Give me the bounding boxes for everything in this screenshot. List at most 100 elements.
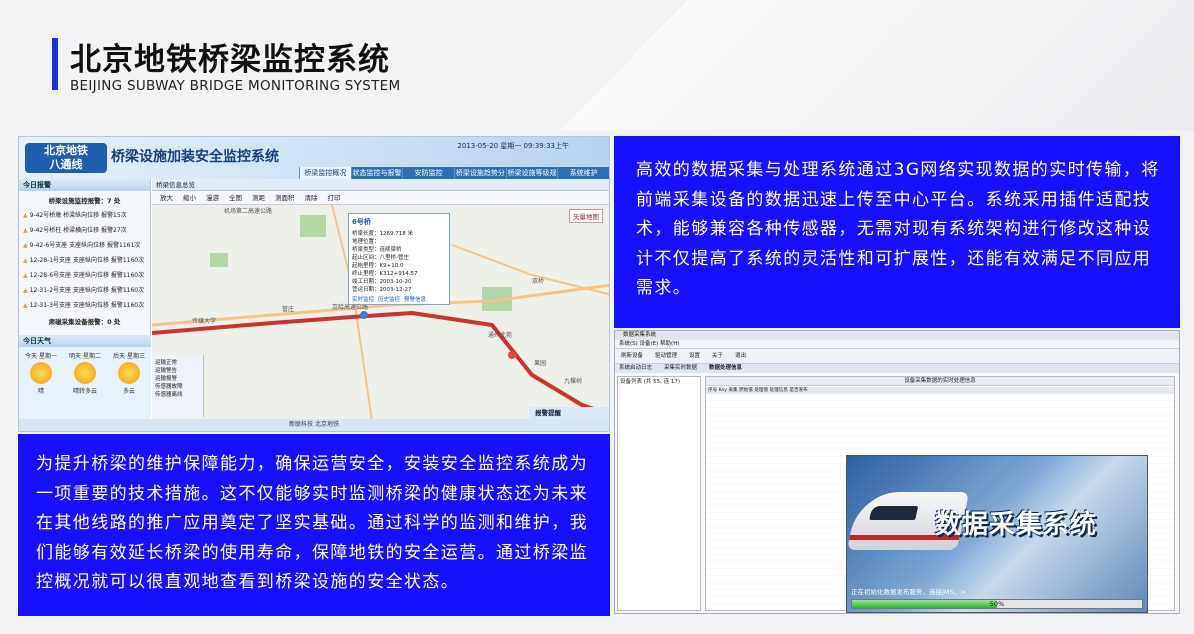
popup-line: 地理位置： (352, 239, 380, 245)
popup-buttons: 实时监控 历史监控 预警信息 (352, 295, 446, 303)
weather-desc: 晴转多云 (72, 388, 97, 395)
history-monitor-button[interactable]: 历史监控 (378, 295, 400, 303)
map-place: 机场第二高速公路 (224, 207, 272, 215)
tab-realtime-data[interactable]: 采集实时数据 (664, 364, 697, 373)
nav-security[interactable]: 安防监控 (402, 167, 454, 179)
weather-header: 今日天气 (19, 335, 151, 347)
bridge-marker (508, 351, 516, 359)
app-header: 北京地铁 八通线 桥梁设施加装安全监控系统 2013-05-20 星期一 09:… (19, 137, 609, 189)
nav-grade[interactable]: 桥梁设施等级规范 (505, 167, 558, 189)
map-type-label[interactable]: 矢量地图 (569, 209, 603, 223)
grid-header-row: 序号 Key 采集 原始值 处理值 处理信息 是否发布 (706, 387, 1174, 394)
legend-item: 运输正常 (155, 360, 178, 366)
today-alarm-header: 今日报警 (19, 179, 150, 191)
alarm-item[interactable]: 12-28-6号支座 支座纵向位移 报警1160次 (19, 267, 150, 282)
cloud-sun-icon (117, 362, 140, 384)
map-place: 九棵树 (564, 377, 582, 385)
alarm-item[interactable]: 9-42-6号支座 支座纵向位移 报警1161次 (19, 237, 150, 252)
tab-processing-info[interactable]: 数据处理信息 (709, 364, 742, 373)
progress-bar: 50% (851, 599, 1143, 609)
grid-title: 设备采集数据的实时处理信息 (706, 377, 1174, 386)
popup-title: 6号桥 (352, 218, 371, 226)
alarm-item[interactable]: 9-42号桥墩 桥梁纵向位移 报警15次 (19, 207, 150, 222)
splash-message: 正在初始化数据发布服务，连接JMS。> (851, 588, 966, 596)
sun-icon (29, 362, 52, 384)
nav-maintenance[interactable]: 系统维护 (557, 167, 609, 179)
map-place: 管庄 (282, 305, 294, 313)
page-title: 北京地铁桥梁监控系统 (70, 42, 390, 78)
datetime: 2013-05-20 星期一 09:39:33上午 (457, 142, 569, 150)
tab-bar: 系统启动日志 采集实时数据 数据处理信息 (615, 364, 1179, 373)
popup-line: 竣工日期：2003-10-20 (352, 279, 412, 285)
page-subtitle: BEIJING SUBWAY BRIDGE MONITORING SYSTEM (70, 78, 401, 94)
weather-day-label: 明天 星期二 (69, 353, 101, 360)
description-box-2: 高效的数据采集与处理系统通过3G网络实现数据的实时传输，将前端采集设备的数据迅速… (614, 136, 1180, 328)
alarm-item[interactable]: 12-31-3号支座 支座纵向位移 报警1160次 (19, 297, 150, 312)
refresh-device-button[interactable]: 刷新设备 (621, 349, 643, 363)
map-place: 通州北苑 (488, 331, 512, 339)
exit-button[interactable]: 退出 (735, 349, 746, 363)
menu-bar[interactable]: 系统(S) 设备(E) 帮助(H) (615, 340, 1179, 349)
map-place: 传媒大学 (192, 317, 216, 325)
logo-line2: 八通线 (49, 158, 83, 171)
progress-label: 50% (989, 600, 1005, 608)
measure-distance-button[interactable]: 测距 (252, 191, 265, 204)
alarm-reminder-tab[interactable]: 报警提醒 (529, 407, 609, 419)
toolbar: 刷新设备 驱动管理 设置 关于 退出 (615, 349, 1179, 364)
settings-button[interactable]: 设置 (689, 349, 700, 363)
weather-row: 今天 星期一 晴 明天 星期二 晴转多云 后天 星期三 多云 (19, 347, 151, 395)
sun-icon (73, 362, 96, 384)
green-area (300, 215, 326, 237)
legend-item: 传感器离线 (155, 392, 183, 398)
weather-desc: 多云 (122, 388, 135, 395)
nav-status-alarm[interactable]: 状态监控与报警 (350, 167, 403, 179)
print-button[interactable]: 打印 (328, 191, 341, 204)
clear-button[interactable]: 清除 (305, 191, 318, 204)
popup-line: 终止里程：K312+914.57 (352, 271, 418, 277)
top-nav: 桥梁监控概况 状态监控与报警 安防监控 桥梁设施趋势分析 桥梁设施等级规范 系统… (299, 167, 609, 189)
splash-screen: 数据采集系统 正在初始化数据发布服务，连接JMS。> 50% (846, 455, 1148, 613)
device-tree[interactable]: 设备列表 (共 55, 连 17) (617, 376, 701, 611)
pan-button[interactable]: 漫游 (206, 191, 219, 204)
weather-desc: 晴 (37, 388, 44, 395)
bridge-marker (360, 311, 368, 319)
map-place: 双桥 (532, 277, 544, 285)
zoom-out-button[interactable]: 缩小 (183, 191, 196, 204)
weather-day-label: 后天 星期三 (113, 353, 145, 360)
weather-day: 今天 星期一 晴 (25, 351, 57, 395)
driver-manage-button[interactable]: 驱动管理 (655, 349, 677, 363)
popup-line: 桥梁类型：连续梁桥 (352, 247, 402, 253)
logo-line1: 北京地铁 (44, 144, 88, 157)
bridge-monitor-screenshot: 北京地铁 八通线 桥梁设施加装安全监控系统 2013-05-20 星期一 09:… (18, 136, 610, 432)
title-accent-bar (52, 38, 58, 90)
alarm-item[interactable]: 12-31-2号支座 支座纵向位移 报警1160次 (19, 282, 150, 297)
splash-title: 数据采集系统 (935, 510, 1098, 540)
map-title: 桥梁信息总览 (152, 179, 609, 191)
about-button[interactable]: 关于 (712, 349, 723, 363)
description-box-1: 为提升桥梁的维护保障能力，确保运营安全，安装安全监控系统成为一项重要的技术措施。… (18, 434, 610, 616)
popup-line: 起止区间：八里桥-管庄 (352, 255, 409, 261)
measure-area-button[interactable]: 测面积 (275, 191, 295, 204)
background-shape (560, 0, 1194, 130)
sidebar: 今日报警 桥梁设施监控报警：7 处 9-42号桥墩 桥梁纵向位移 报警15次 9… (19, 179, 151, 419)
weather-day-label: 今天 星期一 (25, 353, 57, 360)
weather-day: 明天 星期二 晴转多云 (69, 351, 101, 395)
alarm-item[interactable]: 12-28-1号支座 支座纵向位移 报警1160次 (19, 252, 150, 267)
zoom-in-button[interactable]: 放大 (160, 191, 173, 204)
app-title: 桥梁设施加装安全监控系统 (111, 149, 279, 165)
window-title: 数据采集系统 (615, 331, 1179, 340)
tab-startup-log[interactable]: 系统启动日志 (619, 364, 652, 373)
popup-line: 起始里程：K9+10.0 (352, 263, 404, 269)
subway-logo: 北京地铁 八通线 (25, 143, 107, 173)
map-place: 果园 (534, 360, 546, 367)
alarm-item[interactable]: 9-42号桥柱 桥梁横向位移 报警27次 (19, 222, 150, 237)
weather-panel: 今日天气 今天 星期一 晴 明天 星期二 晴转多云 后天 星期三 多云 (19, 335, 151, 419)
nav-bridge-overview[interactable]: 桥梁监控概况 (299, 167, 351, 179)
popup-line: 桥梁长度：1269.718 米 (352, 231, 413, 237)
nav-trend[interactable]: 桥梁设施趋势分析 (454, 167, 506, 189)
full-extent-button[interactable]: 全图 (229, 191, 242, 204)
realtime-monitor-button[interactable]: 实时监控 (352, 295, 374, 303)
warning-info-button[interactable]: 预警信息 (404, 295, 426, 303)
map-legend: 运输正常 运输警告 运输报警 传感器故障 传感器离线 (152, 355, 204, 417)
bridge-info-popup: 6号桥 桥梁长度：1269.718 米 地理位置： 桥梁类型：连续梁桥 起止区间… (348, 213, 450, 305)
